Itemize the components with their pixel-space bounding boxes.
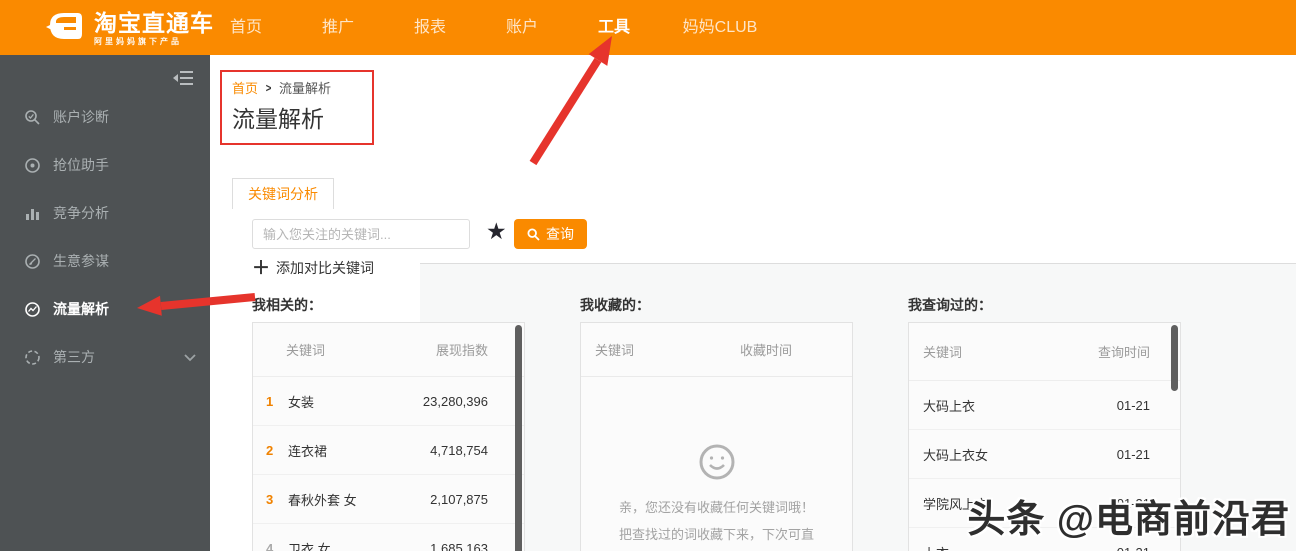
favorite-star-icon[interactable]: ★ [486, 216, 507, 246]
sidebar-item-competition-analysis[interactable]: 竞争分析 [0, 189, 210, 237]
traffic-trend-icon [24, 301, 41, 318]
sidebar-item-account-diagnosis[interactable]: 账户诊断 [0, 93, 210, 141]
keyword-cell: 春秋外套 女 [288, 492, 357, 508]
target-icon [24, 157, 41, 174]
rank-number: 1 [266, 393, 274, 409]
impression-cell: 2,107,875 [430, 491, 488, 507]
search-icon [527, 227, 540, 241]
nav-item-reports[interactable]: 报表 [384, 0, 476, 55]
favorites-panel-title: 我收藏的： [580, 297, 650, 313]
table-row[interactable]: 1 女装 23,280,396 [253, 377, 524, 426]
query-time-cell: 01-21 [1117, 545, 1180, 551]
left-sidebar: 账户诊断 抢位助手 竞争分析 生意参谋 流量解析 第三方 [0, 55, 210, 551]
breadcrumb: 首页 > 流量解析 [232, 78, 331, 97]
logo-title: 淘宝直通车 [94, 9, 214, 36]
rank-number: 3 [266, 491, 274, 507]
sidebar-item-label: 竞争分析 [53, 205, 109, 221]
chevron-down-icon[interactable] [184, 349, 196, 365]
table-row[interactable]: 2 连衣裙 4,718,754 [253, 426, 524, 475]
col-keyword-label: 关键词 [923, 345, 963, 360]
table-row[interactable]: 上衣 01-21 [909, 528, 1180, 551]
nav-item-account[interactable]: 账户 [476, 0, 568, 55]
impression-cell: 23,280,396 [422, 393, 488, 409]
keyword-cell: 上衣 [923, 543, 1117, 551]
query-time-cell: 01-21 [1116, 495, 1150, 511]
nav-item-mama-club[interactable]: 妈妈CLUB [660, 0, 780, 55]
col-keyword-label: 关键词 [595, 343, 635, 358]
sidebar-menu: 账户诊断 抢位助手 竞争分析 生意参谋 流量解析 第三方 [0, 93, 210, 381]
queried-panel-title: 我查询过的： [908, 297, 992, 313]
keyword-cell: 大码上衣 [923, 398, 976, 414]
favorites-table-header: 关键词 收藏时间 [581, 323, 852, 377]
sidebar-item-label: 生意参谋 [53, 253, 109, 269]
favorite-keywords-panel: 关键词 收藏时间 亲，您还没有收藏任何关键词哦！ 把查找过的词收藏下来，下次可直 [580, 322, 853, 551]
col-impression-label: 展现指数 [435, 343, 488, 358]
nav-item-promotion[interactable]: 推广 [292, 0, 384, 55]
add-compare-keyword-link[interactable]: ＋ 添加对比关键词 [252, 258, 374, 278]
query-button[interactable]: 查询 [514, 219, 587, 249]
keyword-cell: 连衣裙 [288, 443, 328, 459]
sidebar-item-position-assistant[interactable]: 抢位助手 [0, 141, 210, 189]
col-favorite-time-label: 收藏时间 [739, 343, 792, 358]
queried-panel-scrollbar[interactable] [1171, 325, 1178, 391]
tab-bar-divider [420, 263, 1296, 264]
query-time-cell: 01-21 [1116, 397, 1150, 413]
keyword-search-input[interactable] [252, 219, 470, 249]
sidebar-collapse-icon[interactable] [172, 69, 194, 87]
top-header-bar: 淘宝直通车 阿里妈妈旗下产品 首页 推广 报表 账户 工具 妈妈CLUB [0, 0, 1296, 55]
nav-item-home[interactable]: 首页 [200, 0, 292, 55]
related-keywords-panel: 关键词 展现指数 1 女装 23,280,396 2 连衣裙 4,718,754… [252, 322, 525, 551]
query-button-label: 查询 [546, 226, 574, 242]
keyword-cell: 女装 [288, 394, 315, 410]
bar-chart-icon [24, 205, 41, 222]
related-panel-scrollbar[interactable] [515, 325, 522, 551]
sidebar-item-label: 账户诊断 [53, 109, 109, 125]
favorites-empty-state: 亲，您还没有收藏任何关键词哦！ 把查找过的词收藏下来，下次可直 [581, 443, 852, 545]
sidebar-item-traffic-analysis[interactable]: 流量解析 [0, 285, 210, 333]
related-table-header: 关键词 展现指数 [253, 323, 524, 377]
query-time-cell: 01-21 [1116, 446, 1150, 462]
impression-cell: 1,685,163 [430, 540, 488, 551]
smiley-icon [698, 444, 736, 484]
page-title: 流量解析 [232, 106, 324, 132]
empty-message-line1: 亲，您还没有收藏任何关键词哦！ [618, 500, 814, 515]
plus-icon: ＋ [252, 258, 270, 278]
third-party-icon [24, 349, 41, 366]
page: 淘宝直通车 阿里妈妈旗下产品 首页 推广 报表 账户 工具 妈妈CLUB 账户诊… [0, 0, 1296, 551]
breadcrumb-current: 流量解析 [279, 81, 332, 96]
sidebar-item-business-advisor[interactable]: 生意参谋 [0, 237, 210, 285]
col-query-time-label: 查询时间 [1097, 345, 1150, 360]
logo-subtitle: 阿里妈妈旗下产品 [94, 36, 182, 46]
breadcrumb-chevron-icon: > [265, 80, 272, 95]
table-row[interactable]: 大码上衣女 01-21 [909, 430, 1180, 479]
sidebar-item-label: 流量解析 [53, 301, 109, 317]
breadcrumb-home-link[interactable]: 首页 [232, 78, 258, 97]
compass-icon [24, 253, 41, 270]
table-row[interactable]: 3 春秋外套 女 2,107,875 [253, 475, 524, 524]
keyword-cell: 学院风上衣 [923, 496, 989, 512]
queried-keywords-panel: 关键词 查询时间 大码上衣 01-21 大码上衣女 01-21 学院风上衣 01… [908, 322, 1181, 551]
rank-number: 4 [266, 540, 274, 551]
add-compare-label: 添加对比关键词 [276, 260, 374, 276]
impression-cell: 4,718,754 [430, 442, 488, 458]
tab-keyword-analysis[interactable]: 关键词分析 [232, 178, 334, 209]
related-panel-title: 我相关的： [252, 297, 322, 313]
train-logo-icon [44, 9, 86, 48]
keyword-cell: 大码上衣女 [923, 447, 989, 463]
sidebar-item-label: 第三方 [53, 349, 95, 365]
table-row[interactable]: 大码上衣 01-21 [909, 381, 1180, 430]
sidebar-item-label: 抢位助手 [53, 157, 109, 173]
sidebar-item-third-party[interactable]: 第三方 [0, 333, 210, 381]
table-row[interactable]: 学院风上衣 01-21 [909, 479, 1180, 528]
diagnosis-icon [24, 109, 41, 126]
rank-number: 2 [266, 442, 274, 458]
queried-table-header: 关键词 查询时间 [909, 323, 1180, 381]
top-nav: 首页 推广 报表 账户 工具 妈妈CLUB [200, 0, 780, 55]
table-row[interactable]: 4 卫衣 女 1,685,163 [253, 524, 524, 551]
app-logo[interactable]: 淘宝直通车 阿里妈妈旗下产品 [44, 9, 214, 48]
keyword-cell: 卫衣 女 [288, 541, 331, 551]
col-keyword-label: 关键词 [286, 343, 326, 358]
nav-item-tools[interactable]: 工具 [568, 0, 660, 55]
empty-message-line2: 把查找过的词收藏下来，下次可直 [618, 527, 814, 542]
